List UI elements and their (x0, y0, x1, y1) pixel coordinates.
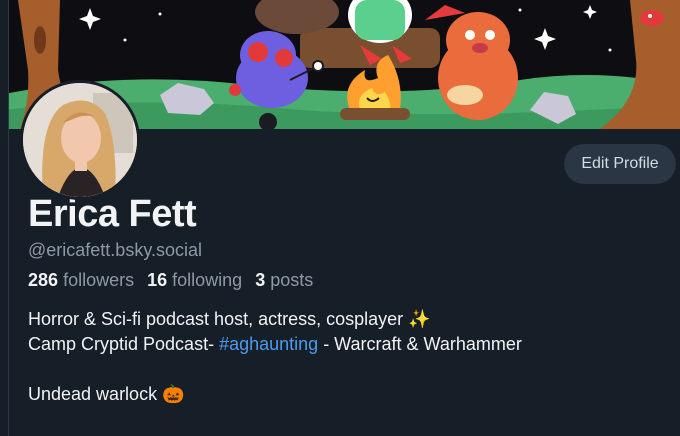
edit-profile-button[interactable]: Edit Profile (564, 144, 676, 184)
left-border (0, 0, 9, 436)
avatar-photo (23, 83, 137, 197)
sparkles-icon: ✨ (408, 309, 431, 329)
bio-line-2-prefix: Camp Cryptid Podcast- (28, 334, 220, 354)
following-stat[interactable]: 16 following (147, 270, 242, 290)
followers-stat[interactable]: 286 followers (28, 270, 134, 290)
bio-line-1: Horror & Sci-fi podcast host, actress, c… (28, 307, 522, 332)
bio-line-1-text: Horror & Sci-fi podcast host, actress, c… (28, 309, 404, 329)
profile-bio: Horror & Sci-fi podcast host, actress, c… (28, 307, 522, 407)
posts-count: 3 (255, 270, 266, 290)
profile-stats: 286 followers 16 following 3 posts (28, 270, 321, 291)
posts-label: posts (270, 270, 314, 290)
profile-handle: @ericafett.bsky.social (28, 240, 202, 260)
posts-stat: 3 posts (255, 270, 313, 290)
jack-o-lantern-icon: 🎃 (162, 384, 185, 404)
following-label: following (172, 270, 243, 290)
bio-line-3: Undead warlock 🎃 (28, 382, 522, 407)
bio-line-3-text: Undead warlock (28, 384, 158, 404)
following-count: 16 (147, 270, 168, 290)
hashtag-link[interactable]: #aghaunting (219, 334, 318, 354)
bio-blank-line (28, 357, 522, 382)
followers-label: followers (63, 270, 135, 290)
followers-count: 286 (28, 270, 59, 290)
display-name: Erica Fett (28, 193, 197, 235)
profile-avatar[interactable] (20, 80, 140, 200)
bio-line-2-suffix: - Warcraft & Warhammer (318, 334, 522, 354)
bio-line-2: Camp Cryptid Podcast- #aghaunting - Warc… (28, 332, 522, 357)
